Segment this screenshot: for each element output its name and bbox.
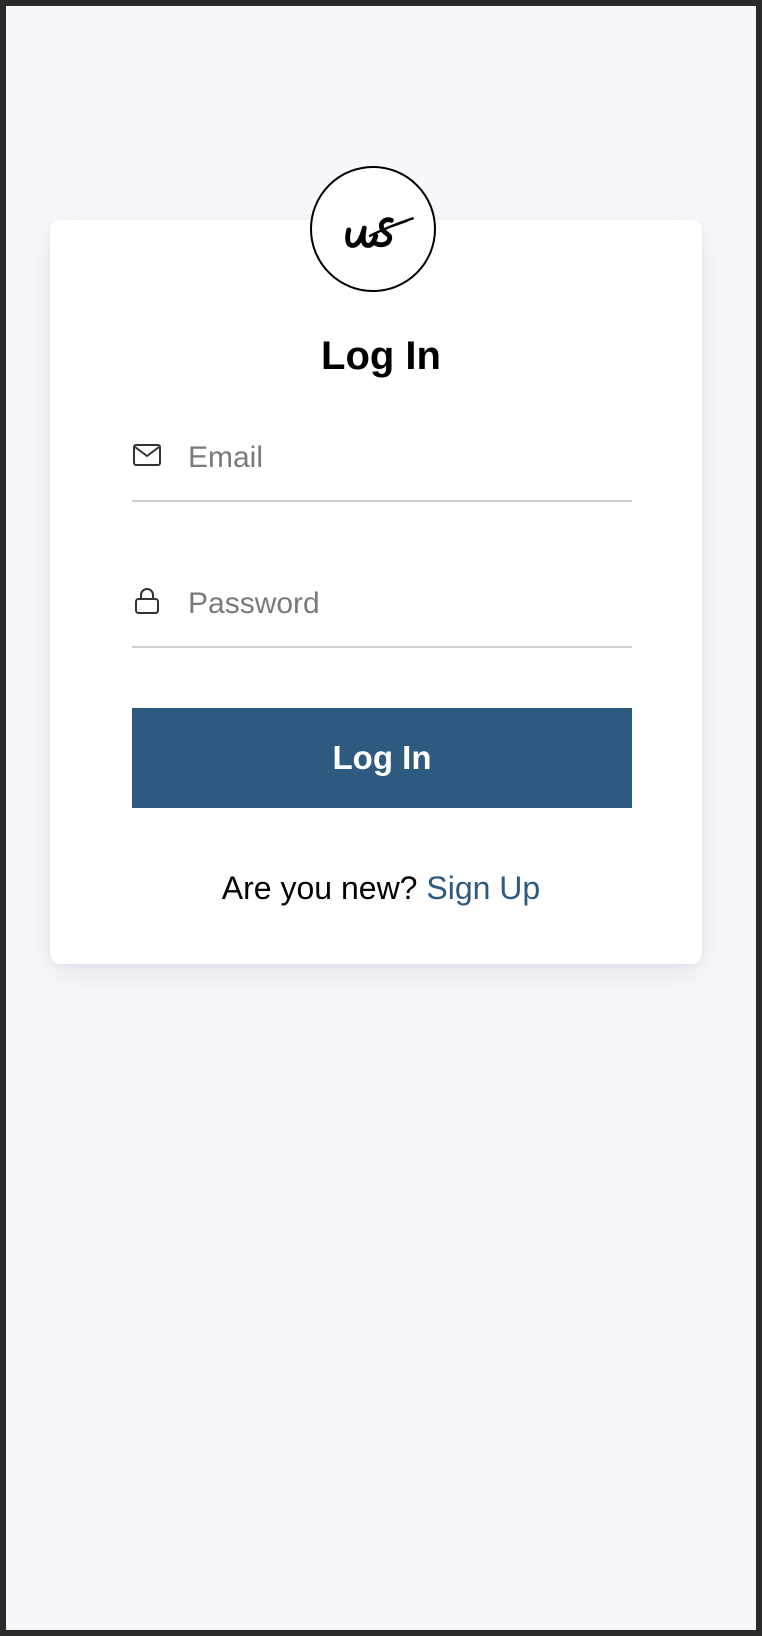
email-input[interactable] (188, 432, 628, 484)
signup-prompt: Are you new? Sign Up (0, 868, 762, 908)
login-button[interactable]: Log In (132, 708, 632, 808)
page-title: Log In (321, 334, 441, 378)
email-field (132, 432, 632, 502)
password-input[interactable] (188, 578, 628, 630)
brand-logo (310, 166, 436, 292)
signup-link[interactable]: Sign Up (426, 870, 540, 906)
envelope-icon (132, 440, 162, 470)
logo-us-icon (345, 217, 414, 248)
lock-icon (132, 586, 162, 616)
password-field (132, 578, 632, 648)
signup-prompt-text: Are you new? (221, 870, 418, 906)
